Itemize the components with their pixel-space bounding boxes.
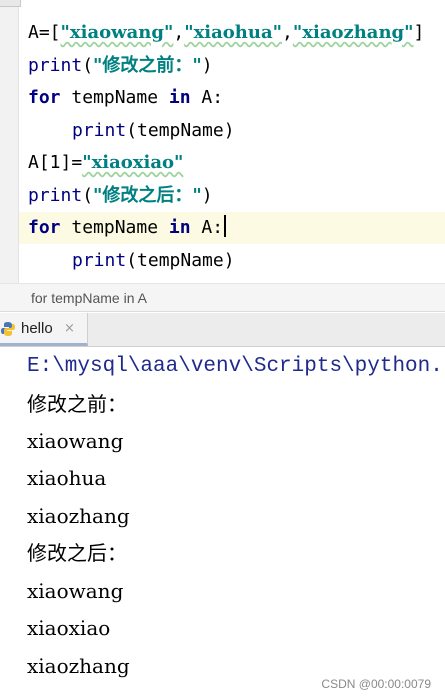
builtin-function: print <box>28 55 83 76</box>
code-token: , <box>173 22 185 43</box>
builtin-function: print <box>28 185 83 206</box>
run-tab-bar: hello × <box>0 313 445 347</box>
code-token: , <box>282 22 293 43</box>
keyword: in <box>168 217 191 238</box>
code-line-2[interactable]: print("修改之前：") <box>0 50 445 82</box>
builtin-function: print <box>72 250 127 271</box>
keyword: in <box>168 87 191 108</box>
console-line: xiaowang <box>27 429 124 453</box>
string-literal: "xiaohua" <box>184 22 283 43</box>
string-literal: "xiaoxiao" <box>82 152 184 173</box>
console-line: xiaoxiao <box>27 616 111 640</box>
string-literal: "xiaozhang" <box>292 22 414 43</box>
code-line-5[interactable]: A[1]="xiaoxiao" <box>0 147 445 179</box>
code-token: ( <box>82 55 94 76</box>
run-tab-label: hello <box>21 320 53 337</box>
string-literal: "修改之后：" <box>93 185 202 206</box>
close-icon[interactable]: × <box>64 313 75 345</box>
code-token: (tempName) <box>126 250 235 271</box>
code-token: tempName <box>60 87 169 108</box>
string-literal: "xiaowang" <box>60 22 174 43</box>
code-editor[interactable]: A=["xiaowang","xiaohua","xiaozhang"] pri… <box>0 0 445 284</box>
code-line-8[interactable]: print(tempName) <box>0 245 445 277</box>
console-line-interpreter-path: E:\mysql\aaa\venv\Scripts\python. <box>27 355 443 378</box>
code-token: ( <box>82 185 94 206</box>
console-line: 修改之后： <box>27 541 127 565</box>
watermark: CSDN @00:00:0079 <box>321 677 431 691</box>
code-token: A=[ <box>28 22 61 43</box>
console-line: xiaowang <box>27 579 124 603</box>
string-literal: "修改之前：" <box>93 55 202 76</box>
console-line: xiaozhang <box>27 504 130 528</box>
keyword: for <box>28 87 61 108</box>
console-line: xiaozhang <box>27 654 130 678</box>
breadcrumb[interactable]: for tempName in A <box>0 284 445 312</box>
console-line: xiaohua <box>27 466 107 490</box>
breadcrumb-item[interactable]: for tempName in A <box>31 290 147 306</box>
code-token: tempName <box>60 217 169 238</box>
code-token: ) <box>201 185 213 206</box>
code-line-1[interactable]: A=["xiaowang","xiaohua","xiaozhang"] <box>0 17 445 49</box>
code-line-4[interactable]: print(tempName) <box>0 115 445 147</box>
python-icon <box>1 322 15 336</box>
builtin-function: print <box>72 120 127 141</box>
run-console[interactable]: E:\mysql\aaa\venv\Scripts\python. 修改之前： … <box>0 347 445 699</box>
code-line-3[interactable]: for tempName in A: <box>0 82 445 114</box>
editor-tab-stub <box>0 0 21 7</box>
text-caret <box>224 215 227 237</box>
code-token: ) <box>201 55 213 76</box>
code-line-7-current[interactable]: for tempName in A: <box>0 212 445 244</box>
code-token: A: <box>190 87 224 108</box>
code-token: ] <box>413 22 425 43</box>
code-token: (tempName) <box>126 120 235 141</box>
code-token: A: <box>190 217 224 238</box>
console-line: 修改之前： <box>27 392 127 416</box>
code-line-6[interactable]: print("修改之后：") <box>0 180 445 212</box>
run-tab-hello[interactable]: hello × <box>0 313 88 346</box>
code-token: A[1]= <box>28 152 83 173</box>
keyword: for <box>28 217 61 238</box>
